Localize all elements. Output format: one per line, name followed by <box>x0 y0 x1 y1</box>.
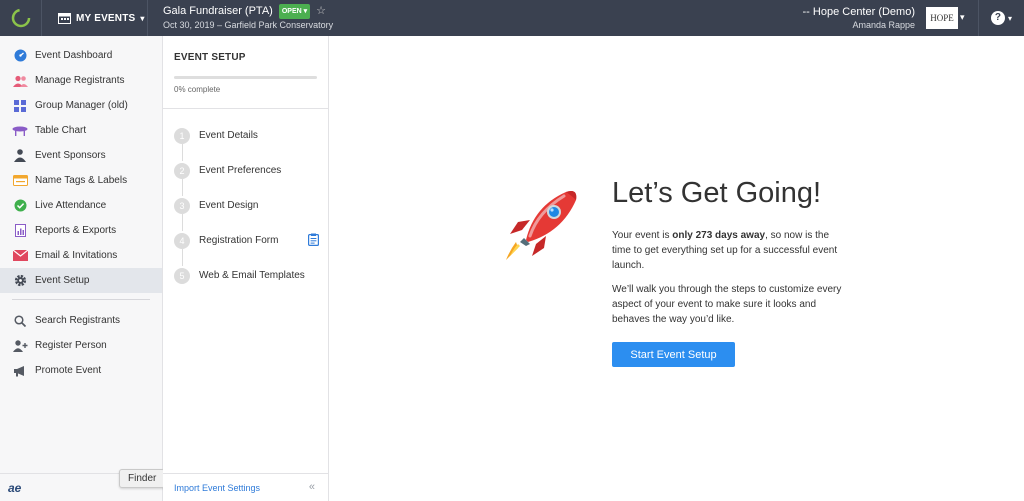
setup-step[interactable]: 1 Event Details <box>163 118 328 161</box>
add-person-icon <box>12 339 28 353</box>
sidebar-item-live-attendance[interactable]: Live Attendance <box>0 193 162 218</box>
nametag-icon <box>12 174 28 188</box>
org-logo[interactable]: HOPE <box>926 7 958 29</box>
step-label: Web & Email Templates <box>199 270 305 281</box>
sponsor-icon <box>12 149 28 163</box>
sidebar-divider <box>12 299 150 300</box>
search-icon <box>12 314 28 328</box>
import-settings-link[interactable]: Import Event Settings <box>174 483 260 493</box>
rocket-icon <box>506 191 577 260</box>
sidebar-item-label: Name Tags & Labels <box>35 175 128 186</box>
progress-label: 0% complete <box>174 85 221 94</box>
star-icon[interactable]: ☆ <box>316 5 326 18</box>
finder-tooltip: Finder <box>119 469 166 488</box>
help-icon: ? <box>990 11 1005 25</box>
setup-footer: Import Event Settings « <box>163 473 329 501</box>
sidebar-item-label: Search Registrants <box>35 315 121 326</box>
sidebar: Event Dashboard Manage Registrants Group M… <box>0 36 163 501</box>
my-events-menu[interactable]: MY EVENTS ▾ <box>42 0 148 36</box>
sidebar-item-manage-registrants[interactable]: Manage Registrants <box>0 68 162 93</box>
sidebar-item-search-registrants[interactable]: Search Registrants <box>0 308 162 333</box>
countdown-paragraph: Your event is only 273 days away, so now… <box>612 230 838 271</box>
setup-step[interactable]: 3 Event Design <box>163 188 328 231</box>
step-number: 1 <box>174 127 190 144</box>
people-icon <box>12 74 28 88</box>
sidebar-item-register-person[interactable]: Register Person <box>0 333 162 358</box>
setup-step[interactable]: 5 Web & Email Templates <box>163 258 328 293</box>
top-bar: MY EVENTS ▾ Gala Fundraiser (PTA) OPEN ▾… <box>0 0 1024 36</box>
sidebar-item-label: Promote Event <box>35 365 102 376</box>
sidebar-item-label: Register Person <box>35 340 107 351</box>
intro-paragraph: We’ll walk you through the steps to cust… <box>612 284 842 325</box>
setup-step[interactable]: 2 Event Preferences <box>163 153 328 196</box>
days-away: only 273 days away <box>672 230 766 241</box>
grid-icon <box>12 99 28 113</box>
app-logo-icon <box>11 8 30 28</box>
sidebar-item-label: Group Manager (old) <box>35 100 128 111</box>
setup-progress-bar <box>174 76 317 79</box>
event-title: Gala Fundraiser (PTA) <box>163 5 273 17</box>
table-icon <box>12 124 28 138</box>
sidebar-primary-nav: Event Dashboard Manage Registrants Group M… <box>0 36 162 293</box>
envelope-icon <box>12 249 28 263</box>
step-label: Registration Form <box>199 235 279 246</box>
sidebar-item-group-manager-old[interactable]: Group Manager (old) <box>0 93 162 118</box>
report-icon <box>12 224 28 238</box>
headline: Let’s Get Going! <box>612 177 822 209</box>
start-event-setup-button[interactable]: Start Event Setup <box>612 342 735 367</box>
event-title-block[interactable]: Gala Fundraiser (PTA) OPEN ▾ ☆ Oct 30, 2… <box>148 4 333 32</box>
sidebar-item-table-chart[interactable]: Table Chart <box>0 118 162 143</box>
setup-header: EVENT SETUP 0% complete <box>163 36 328 109</box>
collapse-icon[interactable]: « <box>309 481 315 493</box>
sidebar-item-label: Event Setup <box>35 275 90 286</box>
user-name: Amanda Rappe <box>852 20 915 30</box>
setup-title: EVENT SETUP <box>174 52 246 63</box>
event-subtitle: Oct 30, 2019 – Garfield Park Conservator… <box>163 20 334 30</box>
sidebar-secondary-nav: Search Registrants Register Person Promote… <box>0 308 162 383</box>
step-label: Event Design <box>199 200 259 211</box>
status-badge[interactable]: OPEN ▾ <box>278 4 311 19</box>
chevron-down-icon: ▾ <box>1007 13 1012 23</box>
megaphone-icon <box>12 364 28 378</box>
setup-steps: 1 Event Details 2 Event Preferences 3 Event D… <box>163 109 328 293</box>
step-number: 3 <box>174 197 190 214</box>
setup-step[interactable]: 4 Registration Form <box>163 223 328 266</box>
sidebar-item-label: Email & Invitations <box>35 250 118 261</box>
help-menu[interactable]: ? ▾ <box>978 0 1024 36</box>
sidebar-item-label: Reports & Exports <box>35 225 117 236</box>
sidebar-item-name-tags-labels[interactable]: Name Tags & Labels <box>0 168 162 193</box>
step-number: 2 <box>174 162 190 179</box>
check-circle-icon <box>12 199 28 213</box>
my-events-label: MY EVENTS <box>76 12 136 24</box>
step-number: 4 <box>174 232 190 249</box>
main-footer <box>329 473 1024 501</box>
step-label: Event Details <box>199 130 258 141</box>
app-logo[interactable] <box>0 0 42 36</box>
chevron-down-icon[interactable]: ▾ <box>960 12 965 23</box>
main-content: Let’s Get Going! Your event is only 273 … <box>329 36 1024 501</box>
sidebar-item-event-dashboard[interactable]: Event Dashboard <box>0 43 162 68</box>
sidebar-item-email-invitations[interactable]: Email & Invitations <box>0 243 162 268</box>
ae-logo[interactable]: ae <box>8 481 21 495</box>
sidebar-item-event-setup[interactable]: Event Setup <box>0 268 162 293</box>
sidebar-item-label: Event Dashboard <box>35 50 113 61</box>
org-name: -- Hope Center (Demo) <box>802 6 915 18</box>
gear-icon <box>12 274 28 288</box>
sidebar-item-label: Live Attendance <box>35 200 107 211</box>
sidebar-item-label: Event Sponsors <box>35 150 106 161</box>
event-setup-panel: EVENT SETUP 0% complete 1 Event Details 2 E… <box>163 36 329 501</box>
sidebar-item-label: Table Chart <box>35 125 87 136</box>
step-number: 5 <box>174 267 190 284</box>
sidebar-item-reports-exports[interactable]: Reports & Exports <box>0 218 162 243</box>
sidebar-item-event-sponsors[interactable]: Event Sponsors <box>0 143 162 168</box>
sidebar-item-label: Manage Registrants <box>35 75 125 86</box>
calendar-icon <box>58 13 71 24</box>
org-switcher[interactable]: -- Hope Center (Demo) Amanda Rappe <box>803 6 915 32</box>
clipboard-icon[interactable] <box>308 233 320 249</box>
sidebar-item-promote-event[interactable]: Promote Event <box>0 358 162 383</box>
dashboard-icon <box>12 49 28 63</box>
chevron-down-icon: ▾ <box>140 13 145 23</box>
step-label: Event Preferences <box>199 165 282 176</box>
